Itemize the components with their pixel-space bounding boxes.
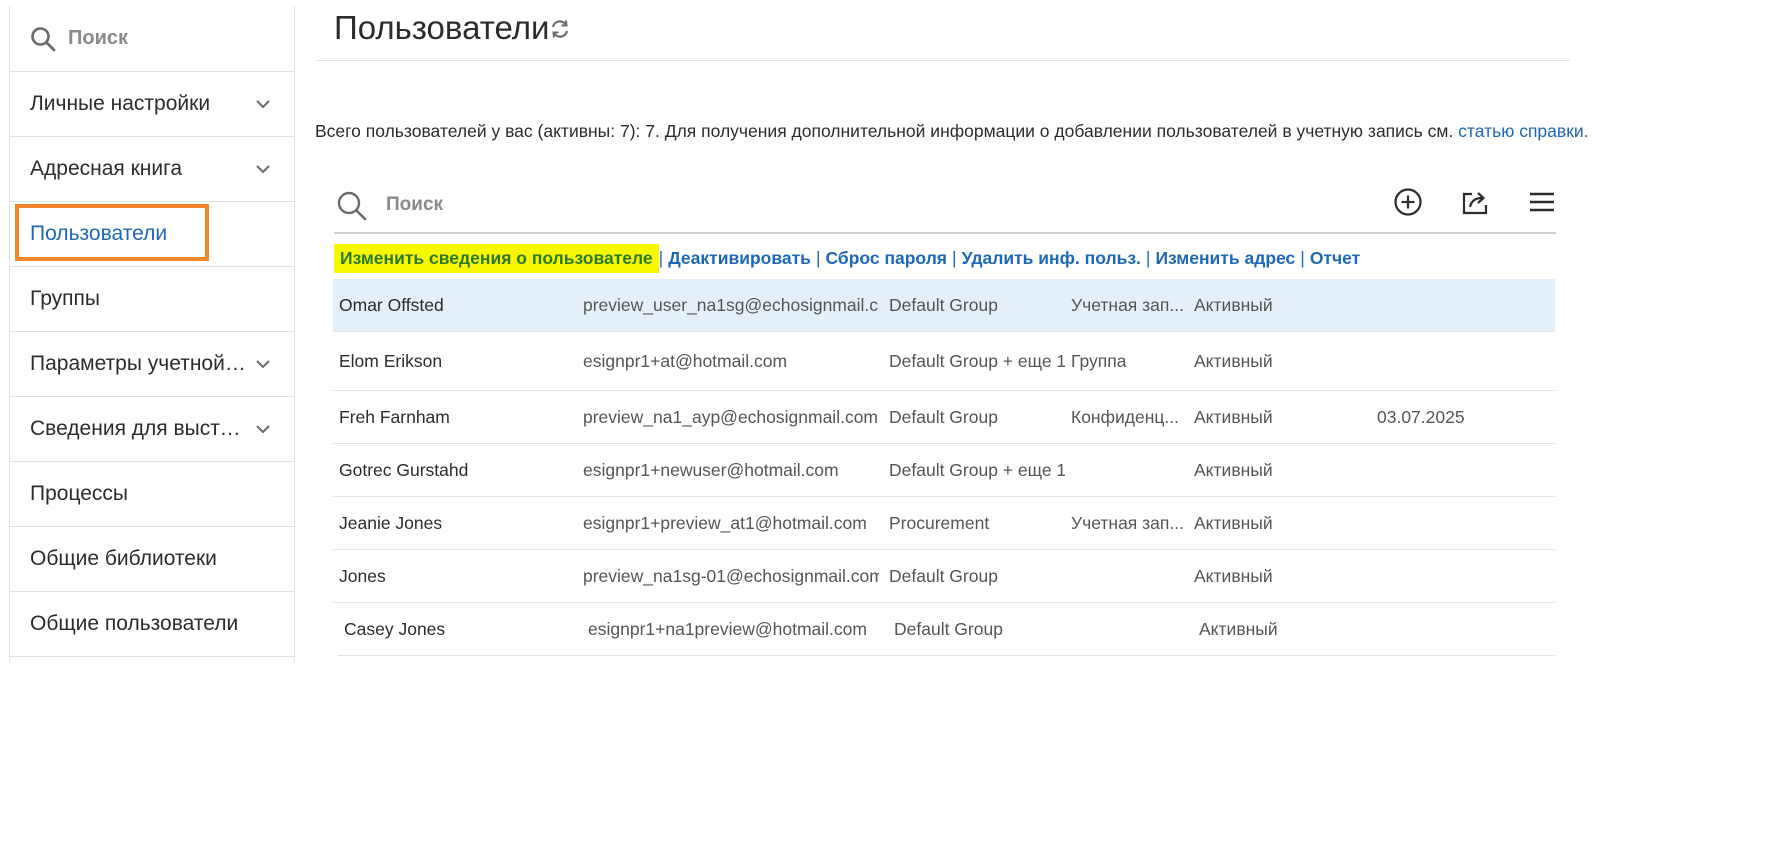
help-article-link[interactable]: статью справки.: [1458, 121, 1588, 141]
sidebar-item-shared-libraries[interactable]: Общие библиотеки: [10, 527, 294, 592]
sidebar-search-input[interactable]: [66, 26, 266, 51]
users-summary: Всего пользователей у вас (активны: 7): …: [315, 121, 1589, 142]
sidebar-item-label: Общие пользователи: [30, 612, 239, 635]
user-group: Default Group + еще 1: [889, 459, 1065, 480]
sidebar-item-workflows[interactable]: Процессы: [10, 462, 294, 527]
add-user-button[interactable]: [1390, 184, 1426, 220]
user-name: Freh Farnham: [339, 406, 450, 427]
user-group: Default Group: [894, 618, 1003, 639]
table-row[interactable]: Casey Jones esignpr1+na1preview@hotmail.…: [338, 603, 1555, 656]
user-status: Активный: [1194, 294, 1273, 315]
sidebar-item-label: Личные настройки: [30, 92, 211, 115]
user-status: Активный: [1194, 512, 1273, 533]
user-status: Активный: [1199, 618, 1278, 639]
user-type: [1071, 550, 1183, 602]
sidebar-item-label: Сведения для выставления счетов: [30, 417, 246, 440]
sidebar-item-groups[interactable]: Группы: [10, 267, 294, 332]
export-button[interactable]: [1458, 184, 1494, 220]
edit-user-details-action[interactable]: Изменить сведения о пользователе: [334, 243, 659, 273]
user-type: [1076, 603, 1188, 655]
sidebar-item-label: Параметры учетной записи: [30, 352, 246, 375]
chevron-down-icon[interactable]: [252, 93, 274, 115]
user-type: Учетная зап...: [1071, 512, 1183, 533]
user-email: preview_na1_ayp@echosignmail.com: [583, 406, 879, 427]
sidebar-item-account-settings[interactable]: Параметры учетной записи: [10, 332, 294, 397]
chevron-down-icon[interactable]: [252, 353, 274, 375]
users-search-input[interactable]: [384, 190, 784, 220]
deactivate-action[interactable]: Деактивировать: [663, 248, 816, 269]
reset-password-action[interactable]: Сброс пароля: [820, 248, 952, 269]
user-date: [1377, 497, 1527, 549]
page-header: Пользователи: [316, 0, 1570, 61]
hamburger-menu-icon: [1530, 192, 1554, 212]
user-type: [1071, 444, 1183, 496]
sidebar-item-label: Пользователи: [30, 222, 168, 245]
user-name: Omar Offsted: [339, 294, 444, 315]
search-icon: [337, 191, 367, 221]
sidebar-item-billing-info[interactable]: Сведения для выставления счетов: [10, 397, 294, 462]
report-action[interactable]: Отчет: [1305, 248, 1365, 269]
table-row[interactable]: Gotrec Gurstahd esignpr1+newuser@hotmail…: [333, 444, 1555, 497]
user-actions-bar: Изменить сведения о пользователе | Деакт…: [334, 241, 1365, 275]
user-email: esignpr1+at@hotmail.com: [583, 350, 788, 371]
user-email: preview_na1sg-01@echosignmail.com: [583, 565, 879, 586]
sidebar-item-label: Адресная книга: [30, 157, 182, 180]
user-group: Default Group: [889, 294, 998, 315]
users-summary-text: Всего пользователей у вас (активны: 7): …: [315, 121, 1459, 141]
user-name: Casey Jones: [344, 618, 446, 639]
user-status: Активный: [1194, 350, 1273, 371]
user-date: [1377, 332, 1527, 390]
sidebar-search[interactable]: [10, 6, 294, 72]
sidebar-item-label: Группы: [30, 287, 100, 310]
user-date: [1377, 444, 1527, 496]
user-group: Procurement: [889, 512, 990, 533]
change-email-action[interactable]: Изменить адрес: [1150, 248, 1300, 269]
user-status: Активный: [1194, 406, 1273, 427]
menu-button[interactable]: [1524, 184, 1560, 220]
share-export-icon: [1462, 192, 1488, 215]
plus-circle-icon: [1394, 188, 1422, 216]
users-table: Omar Offsted preview_user_na1sg@echosign…: [333, 279, 1555, 656]
user-status: Активный: [1194, 459, 1273, 480]
table-row[interactable]: Elom Erikson esignpr1+at@hotmail.com Def…: [333, 332, 1555, 391]
user-name: Jones: [339, 565, 386, 586]
page-title: Пользователи: [334, 9, 550, 46]
sidebar-item-label: Общие библиотеки: [30, 547, 217, 570]
user-group: Default Group: [889, 565, 998, 586]
user-type: Учетная зап...: [1071, 294, 1183, 315]
sidebar-item-personal-settings[interactable]: Личные настройки: [10, 72, 294, 137]
sidebar-item-address-book[interactable]: Адресная книга: [10, 137, 294, 202]
users-toolbar: [334, 176, 1556, 234]
chevron-down-icon[interactable]: [252, 158, 274, 180]
user-type: Группа: [1071, 350, 1127, 371]
sidebar-item-label: Процессы: [30, 482, 129, 505]
table-row[interactable]: Freh Farnham preview_na1_ayp@echosignmai…: [333, 391, 1555, 444]
sidebar-item-shared-users[interactable]: Общие пользователи: [10, 592, 294, 657]
user-group: Default Group + еще 1: [889, 350, 1065, 371]
search-icon: [31, 26, 56, 51]
sidebar: Личные настройки Адресная книга Пользова…: [9, 6, 295, 662]
user-group: Default Group: [889, 406, 998, 427]
sidebar-item-users[interactable]: Пользователи: [10, 202, 294, 267]
chevron-down-icon[interactable]: [252, 418, 274, 440]
table-row[interactable]: Jeanie Jones esignpr1+preview_at1@hotmai…: [333, 497, 1555, 550]
table-row[interactable]: Omar Offsted preview_user_na1sg@echosign…: [333, 279, 1555, 332]
user-date: [1377, 279, 1527, 331]
user-name: Gotrec Gurstahd: [339, 459, 469, 480]
user-email: esignpr1+na1preview@hotmail.com: [588, 618, 867, 639]
user-email: esignpr1+preview_at1@hotmail.com: [583, 512, 867, 533]
user-date: 03.07.2025: [1377, 406, 1465, 427]
user-name: Elom Erikson: [339, 350, 443, 371]
table-row[interactable]: Jones preview_na1sg-01@echosignmail.com …: [333, 550, 1555, 603]
user-status: Активный: [1194, 565, 1273, 586]
user-date: [1377, 550, 1527, 602]
refresh-icon[interactable]: [549, 18, 571, 40]
user-name: Jeanie Jones: [339, 512, 443, 533]
user-date: [1382, 603, 1532, 655]
user-type: Конфиденц...: [1071, 406, 1179, 427]
user-email: esignpr1+newuser@hotmail.com: [583, 459, 839, 480]
user-email: preview_user_na1sg@echosignmail.c...: [583, 294, 879, 315]
delete-user-info-action[interactable]: Удалить инф. польз.: [957, 248, 1146, 269]
